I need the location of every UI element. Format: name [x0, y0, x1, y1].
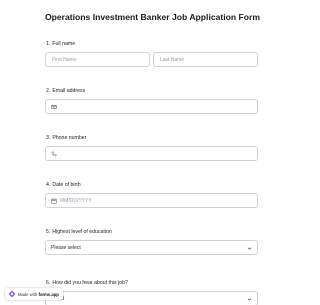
email-field[interactable]	[45, 99, 258, 114]
question-text: How did you hear about this job?	[52, 280, 128, 286]
chevron-down-icon	[247, 247, 252, 250]
question-number: 6.	[46, 280, 51, 286]
made-with-badge[interactable]: Made with forms.app	[5, 288, 63, 300]
chevron-down-icon	[247, 298, 252, 301]
question-text: Full name	[52, 41, 76, 47]
education-select[interactable]: Please select	[45, 240, 258, 255]
calendar-icon	[51, 198, 57, 204]
education-select-value: Please select	[51, 245, 81, 252]
question-text: Highest level of education	[52, 229, 112, 235]
phone-icon	[51, 151, 57, 157]
question-number: 2.	[46, 88, 51, 94]
question-label-source: 6. How did you hear about this job?	[46, 280, 128, 286]
forms-app-logo-icon	[8, 290, 16, 298]
date-placeholder: MM/DD/YYYY	[60, 198, 92, 205]
badge-prefix: Made with	[18, 291, 38, 297]
question-number: 3.	[46, 135, 51, 141]
question-text: Email address	[52, 88, 86, 94]
last-name-input[interactable]: Last Name	[153, 52, 258, 67]
question-label-dob: 4. Date of birth	[46, 182, 81, 188]
question-number: 1.	[46, 41, 51, 47]
badge-brand: forms.app	[38, 291, 59, 297]
question-label-phone: 3. Phone number	[46, 135, 86, 141]
date-of-birth-field[interactable]: MM/DD/YYYY	[45, 193, 258, 208]
question-number: 5.	[46, 229, 51, 235]
envelope-icon	[51, 104, 57, 109]
question-text: Phone number	[52, 135, 87, 141]
page-title: Operations Investment Banker Job Applica…	[44, 12, 261, 22]
question-text: Date of birth	[52, 182, 81, 188]
job-source-select[interactable]: select	[45, 291, 258, 305]
first-name-placeholder: First Name	[52, 57, 77, 64]
question-label-email: 2. Email address	[46, 88, 85, 94]
first-name-input[interactable]: First Name	[45, 52, 150, 67]
phone-field[interactable]	[45, 146, 258, 161]
question-number: 4.	[46, 182, 51, 188]
question-label-education: 5. Highest level of education	[46, 229, 112, 235]
last-name-placeholder: Last Name	[160, 57, 185, 64]
question-label-full-name: 1. Full name	[46, 41, 75, 47]
